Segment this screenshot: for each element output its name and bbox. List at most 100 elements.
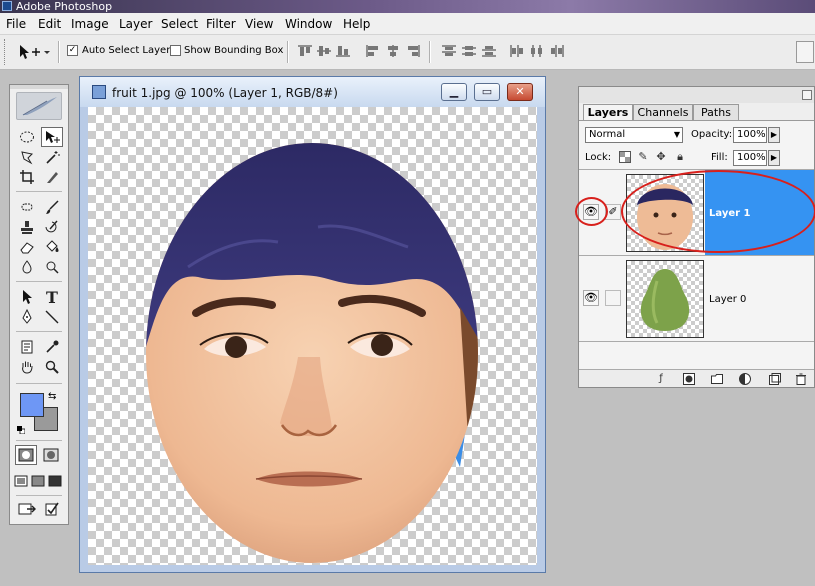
full-screen-menu-mode-icon[interactable] xyxy=(30,471,46,491)
tab-paths[interactable]: Paths xyxy=(693,104,739,120)
show-bounding-box-checkbox[interactable] xyxy=(170,45,181,56)
full-screen-mode-icon[interactable] xyxy=(47,471,63,491)
document-title-bar[interactable]: fruit 1.jpg @ 100% (Layer 1, RGB/8#) ▁ ▭… xyxy=(80,77,545,107)
jump-to-imageready-icon[interactable] xyxy=(16,499,38,519)
fill-input[interactable]: 100% xyxy=(733,150,767,166)
swap-colors-icon[interactable]: ⇆ xyxy=(48,391,56,402)
layer-name: Layer 0 xyxy=(709,294,747,305)
marquee-tool-icon[interactable] xyxy=(16,127,38,147)
options-grip[interactable] xyxy=(4,39,8,65)
layer-brush-link-icon[interactable]: ✐ xyxy=(605,204,621,220)
eyedropper-tool-icon[interactable] xyxy=(41,337,63,357)
fill-label: Fill: xyxy=(711,152,728,163)
align-bottom-edges-icon[interactable] xyxy=(335,44,351,58)
menu-filter[interactable]: Filter xyxy=(206,17,236,31)
pen-tool-icon[interactable] xyxy=(16,307,38,327)
magic-wand-tool-icon[interactable] xyxy=(41,147,63,167)
lock-label: Lock: xyxy=(585,152,612,163)
lock-all-icon[interactable]: 🔒︎ xyxy=(674,151,686,163)
layer-style-icon[interactable]: ƒ xyxy=(655,373,667,385)
crop-tool-icon[interactable] xyxy=(16,167,38,187)
menu-layer[interactable]: Layer xyxy=(119,17,152,31)
menu-file[interactable]: File xyxy=(6,17,26,31)
distribute-bottom-edges-icon[interactable] xyxy=(481,44,497,58)
show-bounding-box-label: Show Bounding Box xyxy=(184,45,284,56)
distribute-horizontal-centers-icon[interactable] xyxy=(529,44,545,58)
layer-name-cell[interactable]: Layer 1 xyxy=(705,170,814,255)
move-tool-preset-button[interactable] xyxy=(16,42,52,62)
slice-tool-icon[interactable] xyxy=(41,167,63,187)
standard-screen-mode-icon[interactable] xyxy=(13,471,29,491)
document-canvas[interactable] xyxy=(88,107,537,565)
face-layer-image xyxy=(146,143,478,563)
tab-layers[interactable]: Layers xyxy=(583,104,633,120)
blend-mode-select[interactable]: Normal ▼ xyxy=(585,127,683,143)
dodge-tool-icon[interactable] xyxy=(41,257,63,277)
lock-image-pixels-icon[interactable]: ✎ xyxy=(637,151,649,163)
toolbox-header[interactable] xyxy=(10,85,68,89)
hand-tool-icon[interactable] xyxy=(16,357,38,377)
notes-tool-icon[interactable] xyxy=(16,337,38,357)
lock-position-icon[interactable]: ✥ xyxy=(655,151,667,163)
opacity-slider-button[interactable]: ▶ xyxy=(768,127,780,143)
menu-help[interactable]: Help xyxy=(343,17,370,31)
layer-visibility-eye-icon[interactable]: 👁︎ xyxy=(583,204,599,220)
align-left-edges-icon[interactable] xyxy=(365,44,381,58)
quick-mask-mode-icon[interactable] xyxy=(40,445,62,465)
fill-slider-button[interactable]: ▶ xyxy=(768,150,780,166)
menu-window[interactable]: Window xyxy=(285,17,332,31)
path-selection-tool-icon[interactable] xyxy=(16,287,38,307)
paint-bucket-tool-icon[interactable] xyxy=(41,237,63,257)
opacity-input[interactable]: 100% xyxy=(733,127,767,143)
lock-transparent-pixels-icon[interactable] xyxy=(619,151,631,163)
minimize-button[interactable]: ▁ xyxy=(441,83,467,101)
menu-bar: File Edit Image Layer Select Filter View… xyxy=(0,13,815,35)
line-tool-icon[interactable] xyxy=(41,307,63,327)
menu-image[interactable]: Image xyxy=(71,17,109,31)
adobe-online-feather-icon[interactable] xyxy=(16,92,62,120)
distribute-left-edges-icon[interactable] xyxy=(509,44,525,58)
toolbox-divider xyxy=(16,495,62,496)
new-adjustment-layer-icon[interactable] xyxy=(739,373,751,385)
distribute-vertical-centers-icon[interactable] xyxy=(461,44,477,58)
add-layer-mask-icon[interactable] xyxy=(683,373,695,385)
panel-menu-button[interactable] xyxy=(802,90,812,100)
align-horizontal-centers-icon[interactable] xyxy=(385,44,401,58)
palette-well-button[interactable] xyxy=(796,41,814,63)
align-vertical-centers-icon[interactable] xyxy=(316,44,332,58)
blur-tool-icon[interactable] xyxy=(16,257,38,277)
auto-select-layer-checkbox[interactable]: ✓ xyxy=(67,45,78,56)
maximize-button[interactable]: ▭ xyxy=(474,83,500,101)
layer-row-layer-0[interactable]: 👁︎ Layer 0 xyxy=(579,256,814,342)
menu-select[interactable]: Select xyxy=(161,17,198,31)
create-new-layer-icon[interactable] xyxy=(769,373,781,385)
new-layer-set-folder-icon[interactable] xyxy=(711,373,723,385)
zoom-tool-icon[interactable] xyxy=(41,357,63,377)
layer-link-cell[interactable] xyxy=(605,290,621,306)
lasso-tool-icon[interactable] xyxy=(16,147,38,167)
align-top-edges-icon[interactable] xyxy=(297,44,313,58)
layer-row-layer-1[interactable]: 👁︎ ✐ Layer 1 xyxy=(579,170,814,256)
delete-layer-trash-icon[interactable] xyxy=(795,373,807,385)
clone-stamp-tool-icon[interactable] xyxy=(16,217,38,237)
distribute-right-edges-icon[interactable] xyxy=(549,44,565,58)
layer-visibility-eye-icon[interactable]: 👁︎ xyxy=(583,290,599,306)
standard-mode-icon[interactable] xyxy=(15,445,37,465)
align-right-edges-icon[interactable] xyxy=(405,44,421,58)
history-brush-tool-icon[interactable] xyxy=(41,217,63,237)
layer-name-cell[interactable]: Layer 0 xyxy=(705,256,814,341)
layers-panel-header[interactable] xyxy=(579,87,814,103)
menu-edit[interactable]: Edit xyxy=(38,17,61,31)
type-tool-icon[interactable]: T xyxy=(41,287,63,307)
eraser-tool-icon[interactable] xyxy=(16,237,38,257)
move-tool-icon[interactable] xyxy=(41,127,63,147)
foreground-color-swatch[interactable] xyxy=(20,393,44,417)
menu-view[interactable]: View xyxy=(245,17,273,31)
healing-brush-tool-icon[interactable] xyxy=(16,197,38,217)
tab-channels[interactable]: Channels xyxy=(633,104,693,120)
edit-in-imageready-icon[interactable] xyxy=(41,499,63,519)
close-button[interactable]: ✕ xyxy=(507,83,533,101)
distribute-top-edges-icon[interactable] xyxy=(441,44,457,58)
default-colors-icon[interactable] xyxy=(17,424,26,435)
brush-tool-icon[interactable] xyxy=(41,197,63,217)
